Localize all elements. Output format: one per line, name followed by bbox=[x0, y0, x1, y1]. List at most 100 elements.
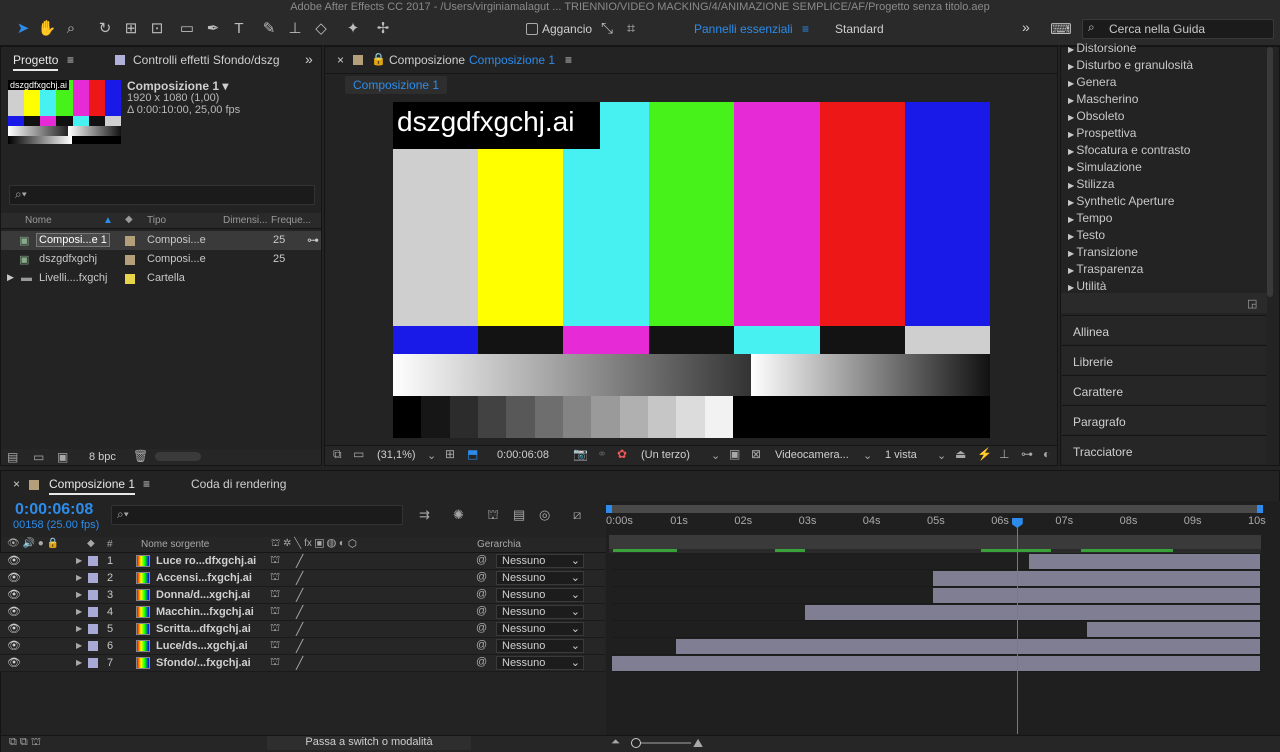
parent-dropdown[interactable]: Nessuno ⌄ bbox=[496, 588, 584, 602]
close-icon[interactable]: × bbox=[337, 53, 344, 67]
tab-project[interactable]: Progetto bbox=[13, 53, 59, 71]
comp-subtab[interactable]: Composizione 1 bbox=[345, 76, 448, 94]
shy-switch-icon[interactable]: ⛫ bbox=[270, 588, 280, 602]
shy-switch-icon[interactable]: ⛫ bbox=[270, 571, 280, 585]
continuous-rasterize-icon[interactable]: ╱ bbox=[296, 554, 303, 568]
layer-duration-bar[interactable] bbox=[804, 605, 1260, 620]
camera-tool-icon[interactable]: ⊞ bbox=[120, 18, 142, 40]
effect-category[interactable]: ▶ Prospettiva bbox=[1068, 126, 1136, 140]
monitor-icon[interactable]: ▭ bbox=[353, 447, 364, 461]
tab-timeline-comp[interactable]: Composizione 1 bbox=[49, 477, 136, 495]
shy-switch-icon[interactable]: ⛫ bbox=[270, 554, 280, 568]
continuous-rasterize-icon[interactable]: ╱ bbox=[296, 588, 303, 602]
bit-depth[interactable]: 8 bpc bbox=[89, 451, 116, 463]
layer-row[interactable]: 👁 ▶ 3 Donna/d...xgchj.ai ⛫ ╱ @ Nessuno ⌄ bbox=[0, 587, 605, 604]
snapshot-icon[interactable]: 📷 bbox=[573, 447, 588, 461]
eye-visibility-icon[interactable]: 👁 bbox=[7, 656, 21, 669]
expand-arrow-icon[interactable]: ▶ bbox=[76, 590, 82, 599]
layer-name[interactable]: Luce/ds...xgchj.ai bbox=[156, 640, 248, 652]
layer-name[interactable]: Sfondo/...fxgchj.ai bbox=[156, 657, 251, 669]
layer-duration-bar[interactable] bbox=[933, 571, 1260, 586]
navigator-start-handle[interactable] bbox=[606, 505, 612, 513]
panel-paragrafo[interactable]: Paragrafo bbox=[1062, 405, 1266, 434]
project-item-comp1[interactable]: ▣ Composi...e 1 Composi...e 25 ⊶ bbox=[1, 231, 321, 250]
project-item-folder[interactable]: ▶ ▬ Livelli....fxgchj Cartella bbox=[1, 269, 321, 288]
shy-switch-icon[interactable]: ⛫ bbox=[270, 656, 280, 670]
motion-blur-icon[interactable]: ◎ bbox=[539, 507, 550, 523]
effect-category[interactable]: ▶ Transizione bbox=[1068, 245, 1138, 259]
panel-allinea[interactable]: Allinea bbox=[1062, 315, 1266, 344]
layer-name[interactable]: Donna/d...xgchj.ai bbox=[156, 589, 250, 601]
parent-dropdown[interactable]: Nessuno ⌄ bbox=[496, 656, 584, 670]
reset-exposure-icon[interactable]: ◐ bbox=[1043, 447, 1050, 461]
hand-tool-icon[interactable]: ✋ bbox=[36, 18, 58, 40]
eye-visibility-icon[interactable]: 👁 bbox=[7, 571, 21, 584]
show-snapshot-icon[interactable]: ⚭ bbox=[597, 447, 607, 461]
layer-row[interactable]: 👁 ▶ 7 Sfondo/...fxgchj.ai ⛫ ╱ @ Nessuno ⌄ bbox=[0, 655, 605, 672]
resolution-dropdown[interactable]: (Un terzo) bbox=[641, 449, 690, 461]
effect-category[interactable]: ▶ Trasparenza bbox=[1068, 262, 1143, 276]
layer-duration-bar[interactable] bbox=[933, 588, 1260, 603]
eye-visibility-icon[interactable]: 👁 bbox=[7, 639, 21, 652]
panel-overflow-icon[interactable]: » bbox=[305, 51, 313, 67]
expand-arrow-icon[interactable]: ▶ bbox=[76, 607, 82, 616]
effect-category[interactable]: ▶ Sfocatura e contrasto bbox=[1068, 143, 1190, 157]
panel-carattere[interactable]: Carattere bbox=[1062, 375, 1266, 404]
interpret-footage-icon[interactable]: ▤ bbox=[7, 450, 18, 464]
navigator-end-handle[interactable] bbox=[1257, 505, 1263, 513]
pick-whip-icon[interactable]: @ bbox=[476, 554, 487, 566]
continuous-rasterize-icon[interactable]: ╱ bbox=[296, 639, 303, 653]
expand-arrow-icon[interactable]: ▶ bbox=[76, 556, 82, 565]
label-swatch[interactable] bbox=[88, 624, 98, 634]
overflow-chevron-icon[interactable]: » bbox=[1022, 19, 1030, 35]
col-source-name[interactable]: Nome sorgente bbox=[141, 539, 209, 550]
new-preset-icon[interactable]: ◲ bbox=[1247, 297, 1257, 310]
pick-whip-icon[interactable]: @ bbox=[476, 588, 487, 600]
timeline-current-time[interactable]: 0:00:06:08 bbox=[15, 501, 93, 519]
col-type[interactable]: Tipo bbox=[147, 215, 166, 226]
graph-editor-icon[interactable]: ⧄ bbox=[573, 507, 581, 523]
effect-category[interactable]: ▶ Stilizza bbox=[1068, 177, 1114, 191]
parent-dropdown[interactable]: Nessuno ⌄ bbox=[496, 605, 584, 619]
close-icon[interactable]: × bbox=[13, 477, 20, 491]
layer-name[interactable]: Scritta...dfxgchj.ai bbox=[156, 623, 251, 635]
lock-icon[interactable]: 🔒 bbox=[371, 52, 386, 66]
time-navigator[interactable] bbox=[609, 505, 1261, 513]
work-area-bar[interactable] bbox=[609, 535, 1261, 549]
label-swatch[interactable] bbox=[88, 658, 98, 668]
panel-tracciatore[interactable]: Tracciatore bbox=[1062, 435, 1266, 464]
puppet-tool-icon[interactable]: ✢ bbox=[372, 18, 394, 40]
snap-checkbox[interactable] bbox=[526, 23, 538, 35]
continuous-rasterize-icon[interactable]: ╱ bbox=[296, 622, 303, 636]
rectangle-tool-icon[interactable]: ▭ bbox=[176, 18, 198, 40]
pixel-aspect-icon[interactable]: ⏏ bbox=[955, 447, 966, 461]
expand-arrow-icon[interactable]: ▶ bbox=[7, 272, 14, 283]
comp-info-name[interactable]: Composizione 1 ▾ bbox=[127, 79, 228, 93]
shy-switch-icon[interactable]: ⛫ bbox=[270, 622, 280, 636]
parent-dropdown[interactable]: Nessuno ⌄ bbox=[496, 622, 584, 636]
panel-librerie[interactable]: Librerie bbox=[1062, 345, 1266, 374]
layer-duration-bar[interactable] bbox=[1029, 554, 1260, 569]
effect-category[interactable]: ▶ Distorsione bbox=[1068, 41, 1136, 55]
thumbnail-scrollbar[interactable] bbox=[155, 452, 201, 461]
effect-category[interactable]: ▶ Synthetic Aperture bbox=[1068, 194, 1174, 208]
project-item-dszg[interactable]: ▣ dszgdfxgchj Composi...e 25 bbox=[1, 250, 321, 269]
zoom-dropdown[interactable]: (31,1%) bbox=[377, 449, 416, 461]
layer-row[interactable]: 👁 ▶ 4 Macchin...fxgchj.ai ⛫ ╱ @ Nessuno ⌄ bbox=[0, 604, 605, 621]
flowchart-icon[interactable]: ⊶ bbox=[307, 233, 319, 247]
layer-row[interactable]: 👁 ▶ 5 Scritta...dfxgchj.ai ⛫ ╱ @ Nessuno ⌄ bbox=[0, 621, 605, 638]
pan-behind-tool-icon[interactable]: ⊡ bbox=[146, 18, 168, 40]
col-parent[interactable]: Gerarchia bbox=[477, 539, 521, 550]
layer-name[interactable]: Luce ro...dfxgchj.ai bbox=[156, 555, 256, 567]
layer-row[interactable]: 👁 ▶ 6 Luce/ds...xgchj.ai ⛫ ╱ @ Nessuno ⌄ bbox=[0, 638, 605, 655]
zoom-tool-icon[interactable]: ⌕ bbox=[60, 18, 82, 40]
mask-visibility-icon[interactable]: ⬒ bbox=[467, 447, 478, 461]
pick-whip-icon[interactable]: @ bbox=[476, 571, 487, 583]
selection-tool-icon[interactable]: ➤ bbox=[12, 18, 34, 40]
pick-whip-icon[interactable]: @ bbox=[476, 656, 487, 668]
parent-dropdown[interactable]: Nessuno ⌄ bbox=[496, 554, 584, 568]
workspace-standard[interactable]: Standard bbox=[835, 22, 884, 36]
type-tool-icon[interactable]: T bbox=[228, 18, 250, 40]
layer-name[interactable]: Macchin...fxgchj.ai bbox=[156, 606, 254, 618]
effects-scrollbar[interactable] bbox=[1267, 47, 1273, 297]
